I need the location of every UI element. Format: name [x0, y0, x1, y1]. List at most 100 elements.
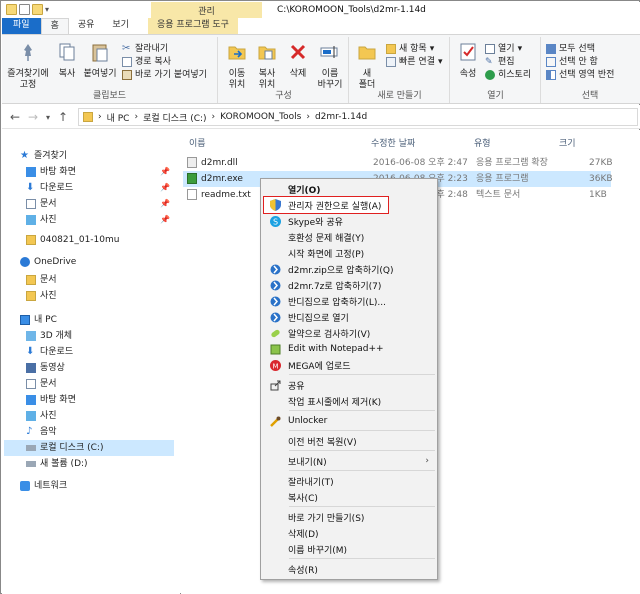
menu-label: 반디집으로 압축하기(L)... — [288, 297, 387, 308]
window-title: C:\KOROMOON_Tools\d2mr-1.14d — [277, 5, 426, 15]
menu-label: Skype와 공유 — [288, 217, 343, 228]
up-icon[interactable]: ↑ — [58, 110, 68, 124]
nav-folder-040821[interactable]: 040821_01-10mu — [26, 232, 198, 248]
breadcrumb-current-folder[interactable]: d2mr-1.14d — [315, 112, 367, 122]
nav-documents[interactable]: 문서 📌 — [26, 196, 176, 212]
nav-3d-objects[interactable]: 3D 개체 — [26, 328, 198, 344]
column-size[interactable]: 크기 — [559, 136, 576, 149]
chevron-down-icon: ▾ — [517, 44, 523, 54]
back-icon[interactable]: ← — [10, 110, 20, 124]
nav-onedrive-documents[interactable]: 문서 — [26, 272, 198, 288]
column-name[interactable]: 이름 — [189, 136, 206, 149]
properties-button[interactable]: 속성 — [455, 41, 481, 80]
new-item-button[interactable]: 새 항목 ▾ — [386, 43, 434, 55]
breadcrumb-koromoon-tools[interactable]: KOROMOON_Tools — [220, 112, 301, 122]
breadcrumb-this-pc[interactable]: 내 PC — [107, 111, 130, 124]
tab-file[interactable]: 파일 — [2, 18, 41, 34]
nav-onedrive[interactable]: OneDrive — [20, 254, 192, 270]
nav-this-pc[interactable]: 내 PC — [20, 312, 192, 328]
new-folder-icon[interactable] — [32, 4, 43, 15]
copy-to-button[interactable]: 복사 위치 — [253, 41, 281, 91]
nav-pictures[interactable]: 사진 📌 — [26, 212, 176, 228]
breadcrumb[interactable]: › 내 PC › 로컬 디스크 (C:) › KOROMOON_Tools › … — [78, 108, 638, 126]
menu-unpin-taskbar[interactable]: 작업 표시줄에서 제거(K) — [263, 392, 435, 410]
svg-text:S: S — [272, 217, 277, 226]
file-name: readme.txt — [201, 190, 251, 200]
select-none-button[interactable]: 선택 안 함 — [546, 56, 598, 68]
rename-button[interactable]: 이름 바꾸기 — [315, 41, 345, 91]
nav-pc-downloads[interactable]: ⬇ 다운로드 — [26, 344, 198, 360]
easy-access-button[interactable]: 빠른 연결 ▾ — [386, 56, 443, 68]
nav-videos[interactable]: 동영상 — [26, 360, 198, 376]
tab-share[interactable]: 공유 — [69, 18, 104, 34]
desktop-icon — [26, 395, 36, 405]
computer-icon — [20, 315, 30, 325]
menu-unlocker[interactable]: Unlocker — [263, 412, 435, 430]
nav-pc-desktop[interactable]: 바탕 화면 — [26, 392, 198, 408]
paste-shortcut-button[interactable]: 바로 가기 붙여넣기 — [122, 69, 207, 81]
nav-pc-pictures[interactable]: 사진 — [26, 408, 198, 424]
organize-group: 이동 위치 복사 위치 삭제 이름 바꾸기 구성 — [219, 37, 349, 103]
breadcrumb-separator: › — [98, 112, 102, 122]
move-to-button[interactable]: 이동 위치 — [223, 41, 251, 91]
menu-send-to[interactable]: 보내기(N) › — [263, 452, 435, 470]
nav-onedrive-pictures[interactable]: 사진 — [26, 288, 198, 304]
nav-desktop[interactable]: 바탕 화면 📌 — [26, 164, 176, 180]
column-headers: 이름 수정한 날짜 유형 크기 — [181, 130, 640, 152]
tab-view[interactable]: 보기 — [103, 18, 138, 34]
properties-check-icon[interactable] — [19, 4, 30, 15]
title-bar: ▾ 관리 C:\KOROMOON_Tools\d2mr-1.14d — [2, 2, 640, 34]
delete-button[interactable]: 삭제 — [285, 41, 311, 80]
history-button[interactable]: 히스토리 — [485, 69, 531, 81]
nav-music[interactable]: ♪ 음악 — [26, 424, 198, 440]
nav-volume-d[interactable]: 새 볼륨 (D:) — [26, 456, 198, 472]
nav-quick-access[interactable]: ★ 즐겨찾기 — [20, 148, 192, 164]
breadcrumb-local-disk[interactable]: 로컬 디스크 (C:) — [143, 111, 206, 124]
recent-chevron-icon[interactable]: ▾ — [46, 113, 50, 122]
network-icon — [20, 481, 30, 491]
column-type[interactable]: 유형 — [474, 136, 491, 149]
download-icon: ⬇ — [26, 182, 35, 193]
menu-label: 시작 화면에 고정(P) — [288, 249, 365, 260]
nav-local-disk-c[interactable]: 로컬 디스크 (C:) — [4, 440, 174, 456]
menu-mega-upload[interactable]: M MEGA에 업로드 — [263, 356, 435, 374]
copy-path-button[interactable]: 경로 복사 — [122, 56, 171, 68]
menu-restore-previous[interactable]: 이전 버전 복원(V) — [263, 432, 435, 450]
nav-pc-documents[interactable]: 문서 — [26, 376, 198, 392]
forward-icon[interactable]: → — [28, 110, 38, 124]
select-all-button[interactable]: 모두 선택 — [546, 43, 595, 55]
nav-label: 다운로드 — [40, 347, 74, 357]
edit-button[interactable]: ✎ 편집 — [485, 56, 515, 68]
pin-quick-access-button[interactable]: 즐겨찾기에 고정 — [6, 41, 50, 91]
column-date[interactable]: 수정한 날짜 — [371, 136, 415, 149]
nav-label: 3D 개체 — [40, 331, 73, 341]
select-none-icon — [546, 57, 556, 67]
cut-button[interactable]: ✂ 잘라내기 — [122, 43, 168, 55]
paste-button[interactable]: 붙여넣기 — [82, 41, 118, 80]
menu-label: 잘라내기(T) — [288, 477, 334, 488]
copy-path-icon — [122, 57, 132, 67]
invert-selection-button[interactable]: 선택 영역 반전 — [546, 69, 614, 81]
menu-copy[interactable]: 복사(C) — [263, 488, 435, 506]
menu-properties[interactable]: 속성(R) — [263, 560, 435, 578]
folder-icon[interactable] — [6, 4, 17, 15]
chevron-down-icon: ▾ — [429, 44, 435, 54]
nav-label: 바탕 화면 — [40, 167, 76, 177]
new-group: 새 폴더 새 항목 ▾ 빠른 연결 ▾ 새로 만들기 — [350, 37, 450, 103]
new-folder-button[interactable]: 새 폴더 — [354, 41, 380, 91]
paste-shortcut-label: 바로 가기 붙여넣기 — [135, 70, 207, 80]
music-icon: ♪ — [26, 426, 33, 437]
tab-home[interactable]: 홈 — [40, 18, 69, 34]
nav-label: 문서 — [40, 199, 57, 209]
nav-downloads[interactable]: ⬇ 다운로드 📌 — [26, 180, 176, 196]
copy-button[interactable]: 복사 — [54, 41, 80, 80]
open-button[interactable]: 열기 ▾ — [485, 43, 522, 55]
file-row[interactable]: d2mr.dll 2016-06-08 오후 2:47 응용 프로그램 확장 2… — [183, 155, 613, 171]
open-group-label: 열기 — [487, 91, 504, 101]
document-icon — [26, 379, 36, 389]
menu-separator — [289, 410, 435, 411]
menu-rename[interactable]: 이름 바꾸기(M) — [263, 540, 435, 558]
nav-network[interactable]: 네트워크 — [20, 478, 192, 494]
tab-application-tools[interactable]: 응용 프로그램 도구 — [147, 18, 238, 34]
chevron-down-icon[interactable]: ▾ — [45, 5, 49, 14]
